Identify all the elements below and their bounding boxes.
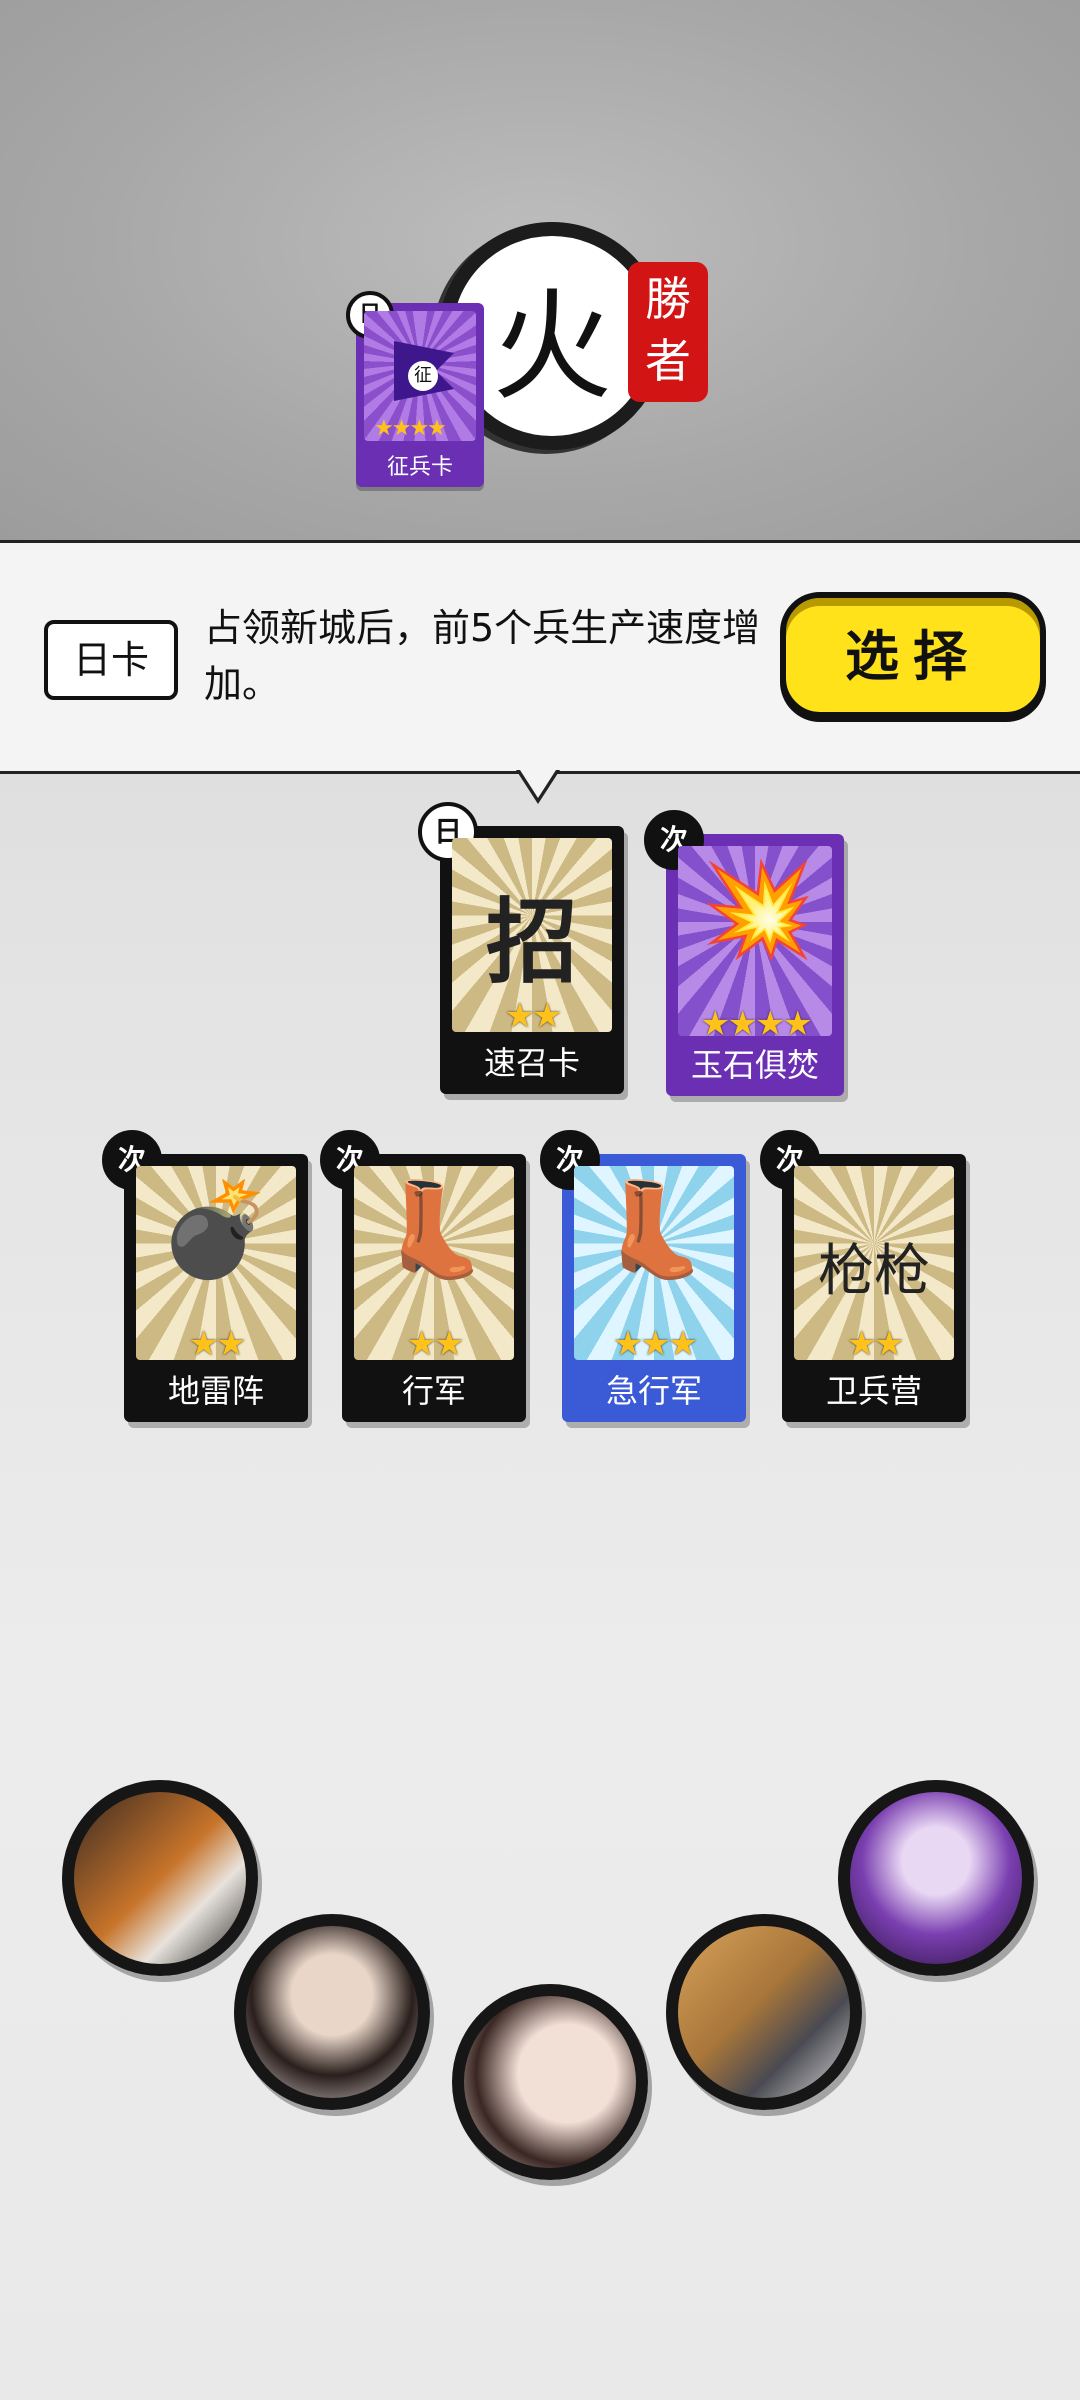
blue-boot-icon: 👢 xyxy=(596,1176,712,1283)
card-stars: ★★★★ xyxy=(374,416,447,441)
boot-icon: 👢 xyxy=(376,1176,492,1283)
card-stars: ★★ xyxy=(406,1324,465,1360)
winner-banner: ⽕ 勝者 日 征 ★★★★ 征兵卡 xyxy=(0,0,1080,543)
card-description: 占领新城后，前5个兵生产速度增加。 xyxy=(204,606,761,706)
bomb-icon: 💣 xyxy=(158,1176,274,1283)
player-avatar-1[interactable] xyxy=(62,1780,258,1976)
card-minefield[interactable]: 次 💣 ★★ 地雷阵 xyxy=(102,1130,308,1422)
card-type-tag: 日卡 xyxy=(44,620,178,700)
card-name: 行军 xyxy=(401,1372,466,1410)
player-avatar-5[interactable] xyxy=(838,1780,1034,1976)
card-art: 👢 ★★★ xyxy=(574,1166,734,1360)
explosion-icon: 💥 xyxy=(700,856,816,963)
card-stars: ★★ xyxy=(188,1324,247,1360)
card-march[interactable]: 次 👢 ★★ 行军 xyxy=(320,1130,526,1422)
card-name: 地雷阵 xyxy=(167,1372,264,1410)
flag-char: 征 xyxy=(408,361,438,391)
card-stars: ★★ xyxy=(846,1324,905,1360)
card-forced-march[interactable]: 次 👢 ★★★ 急行军 xyxy=(540,1130,746,1422)
card-art: 枪枪 ★★ xyxy=(794,1166,954,1360)
card-art: 征 ★★★★ xyxy=(364,311,476,441)
winner-seal: 勝者 xyxy=(628,262,708,402)
player-avatar-4[interactable] xyxy=(666,1914,862,2110)
spear-icon: 枪枪 xyxy=(818,1239,930,1304)
player-avatar-2[interactable] xyxy=(234,1914,430,2110)
card-guard-camp[interactable]: 次 枪枪 ★★ 卫兵营 xyxy=(760,1130,966,1422)
card-name: 急行军 xyxy=(605,1372,702,1410)
card-art: 👢 ★★ xyxy=(354,1166,514,1360)
winner-card: 日 征 ★★★★ 征兵卡 xyxy=(346,291,484,487)
panel-pointer-fill xyxy=(520,770,556,798)
select-button[interactable]: 选择 xyxy=(780,592,1046,718)
summon-banner-icon: 招 xyxy=(485,888,578,996)
card-jade-stone[interactable]: 次 💥 ★★★★ 玉石俱焚 xyxy=(644,810,844,1096)
card-speed-summon[interactable]: 日 招 ★★ 速召卡 xyxy=(418,802,624,1094)
card-name: 速召卡 xyxy=(483,1044,580,1082)
card-stars: ★★★ xyxy=(612,1324,698,1360)
card-art: 💣 ★★ xyxy=(136,1166,296,1360)
card-name: 卫兵营 xyxy=(825,1372,922,1410)
card-name: 征兵卡 xyxy=(386,455,453,480)
card-stars: ★★ xyxy=(504,996,563,1032)
card-stars: ★★★★ xyxy=(700,1004,813,1036)
player-avatar-3[interactable] xyxy=(452,1984,648,2180)
card-art: 💥 ★★★★ xyxy=(678,846,832,1036)
card-art: 招 ★★ xyxy=(452,838,612,1032)
card-name: 玉石俱焚 xyxy=(690,1046,819,1084)
